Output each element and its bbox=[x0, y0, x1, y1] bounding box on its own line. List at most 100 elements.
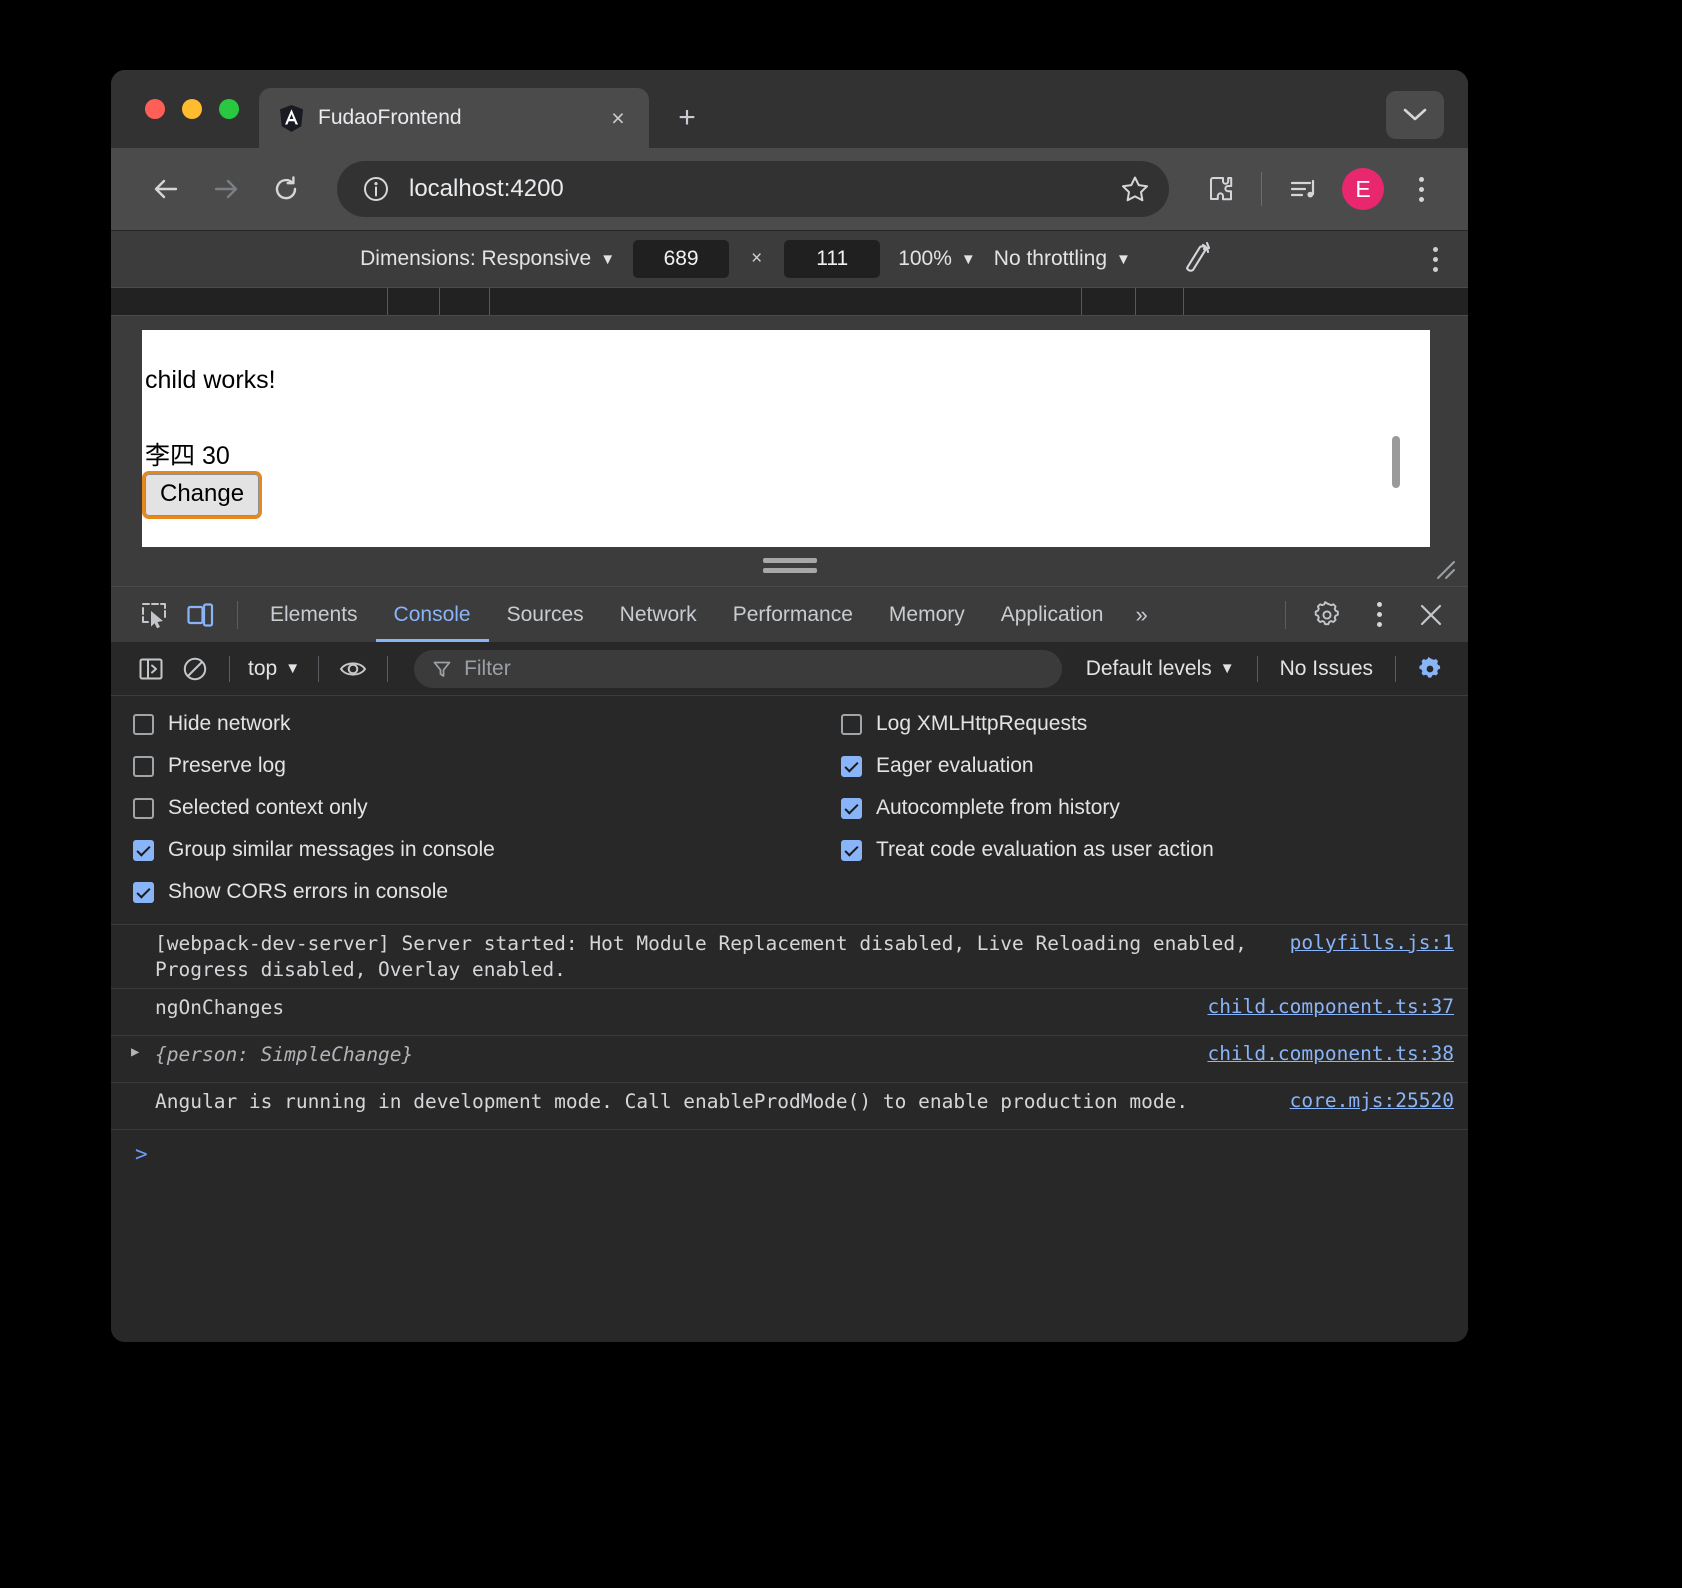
checkbox-checked-icon[interactable] bbox=[133, 839, 154, 861]
back-button[interactable] bbox=[139, 162, 193, 216]
viewport-resize-corner[interactable] bbox=[1430, 554, 1456, 580]
checkbox-checked-icon[interactable] bbox=[841, 797, 862, 819]
tab-console[interactable]: Console bbox=[375, 587, 489, 642]
more-tabs-button[interactable]: » bbox=[1121, 602, 1161, 628]
setting-show-cors-errors[interactable]: Show CORS errors in console bbox=[133, 880, 831, 904]
checkbox-unchecked-icon[interactable] bbox=[133, 713, 154, 735]
dot-2 bbox=[1433, 256, 1438, 262]
tab-memory[interactable]: Memory bbox=[871, 587, 983, 642]
checkbox-checked-icon[interactable] bbox=[841, 755, 862, 777]
live-expressions-button[interactable] bbox=[331, 649, 375, 689]
rendered-page-viewport[interactable]: child works! 李四 30 Change bbox=[142, 330, 1430, 547]
change-button[interactable]: Change bbox=[142, 471, 263, 519]
dot-3 bbox=[1376, 622, 1382, 627]
close-window-button[interactable] bbox=[145, 99, 165, 119]
expand-triangle-icon[interactable]: ▶ bbox=[131, 1045, 139, 1059]
setting-preserve-log[interactable]: Preserve log bbox=[133, 754, 831, 778]
console-message-source-link[interactable]: child.component.ts:37 bbox=[1207, 995, 1454, 1018]
setting-treat-eval-user-action[interactable]: Treat code evaluation as user action bbox=[841, 838, 1468, 862]
rotate-device-button[interactable] bbox=[1173, 236, 1219, 282]
url-text: localhost:4200 bbox=[409, 175, 564, 202]
setting-autocomplete-history[interactable]: Autocomplete from history bbox=[841, 796, 1468, 820]
tab-elements[interactable]: Elements bbox=[252, 587, 376, 642]
page-scrollbar-thumb[interactable] bbox=[1392, 436, 1400, 488]
setting-label: Selected context only bbox=[168, 796, 368, 819]
arrow-left-icon bbox=[151, 174, 181, 204]
console-message-source-link[interactable]: polyfills.js:1 bbox=[1290, 931, 1454, 954]
console-prompt[interactable]: > bbox=[111, 1130, 1468, 1172]
console-filter-input[interactable]: Filter bbox=[414, 649, 1062, 688]
issues-status[interactable]: No Issues bbox=[1270, 657, 1383, 681]
tab-sources[interactable]: Sources bbox=[489, 587, 602, 642]
setting-label: Group similar messages in console bbox=[168, 838, 495, 861]
chrome-menu-button[interactable] bbox=[1396, 162, 1446, 216]
console-sidebar-button[interactable] bbox=[129, 649, 173, 689]
console-message[interactable]: ngOnChanges child.component.ts:37 bbox=[111, 989, 1468, 1037]
console-message-list[interactable]: [webpack-dev-server] Server started: Hot… bbox=[111, 925, 1468, 1342]
inspect-element-button[interactable] bbox=[131, 594, 177, 636]
log-levels-select[interactable]: Default levels ▼ bbox=[1076, 657, 1245, 681]
screen-root: FudaoFrontend × + localhost:4200 E Dimen… bbox=[0, 0, 1682, 1588]
console-message[interactable]: [webpack-dev-server] Server started: Hot… bbox=[111, 925, 1468, 990]
checkbox-checked-icon[interactable] bbox=[841, 839, 862, 861]
site-info-icon[interactable] bbox=[361, 174, 391, 204]
ruler-tick bbox=[387, 288, 388, 315]
tab-application[interactable]: Application bbox=[983, 587, 1122, 642]
toggle-device-toolbar-button[interactable] bbox=[177, 594, 223, 636]
tab-search-button[interactable] bbox=[1386, 91, 1444, 139]
checkbox-checked-icon[interactable] bbox=[133, 881, 154, 903]
setting-eager-evaluation[interactable]: Eager evaluation bbox=[841, 754, 1468, 778]
devtools-tabbar-right bbox=[1271, 588, 1454, 642]
viewport-resize-handle[interactable] bbox=[762, 558, 817, 573]
console-toolbar-divider-2 bbox=[318, 655, 320, 682]
tab-performance[interactable]: Performance bbox=[715, 587, 871, 642]
throttling-select[interactable]: No throttling ▼ bbox=[994, 247, 1131, 271]
address-bar[interactable]: localhost:4200 bbox=[337, 161, 1169, 217]
viewport-width-input[interactable]: 689 bbox=[633, 240, 730, 278]
forward-button[interactable] bbox=[199, 162, 253, 216]
viewport-ruler bbox=[111, 287, 1468, 316]
close-devtools-button[interactable] bbox=[1408, 594, 1454, 636]
toolbar-divider bbox=[1261, 172, 1262, 206]
console-message[interactable]: ▶ {person: SimpleChange} child.component… bbox=[111, 1036, 1468, 1084]
tab-network[interactable]: Network bbox=[602, 587, 715, 642]
browser-window: FudaoFrontend × + localhost:4200 E Dimen… bbox=[111, 70, 1468, 1342]
console-message-source-link[interactable]: child.component.ts:38 bbox=[1207, 1042, 1454, 1065]
devtools-settings-button[interactable] bbox=[1304, 594, 1350, 636]
console-message[interactable]: Angular is running in development mode. … bbox=[111, 1083, 1468, 1131]
setting-hide-network[interactable]: Hide network bbox=[133, 712, 831, 736]
setting-label: Show CORS errors in console bbox=[168, 880, 449, 903]
dot-3 bbox=[1418, 196, 1424, 202]
dimensions-select[interactable]: Dimensions: Responsive ▼ bbox=[360, 247, 615, 271]
reload-button[interactable] bbox=[259, 162, 313, 216]
zoom-select[interactable]: 100% ▼ bbox=[898, 247, 976, 271]
checkbox-unchecked-icon[interactable] bbox=[841, 713, 862, 735]
browser-tab[interactable]: FudaoFrontend × bbox=[259, 88, 649, 148]
console-settings-button[interactable] bbox=[1408, 649, 1452, 689]
console-message-text: ngOnChanges bbox=[155, 996, 285, 1020]
console-message-source-link[interactable]: core.mjs:25520 bbox=[1290, 1089, 1454, 1112]
extensions-button[interactable] bbox=[1193, 162, 1247, 216]
checkbox-unchecked-icon[interactable] bbox=[133, 755, 154, 777]
checkbox-unchecked-icon[interactable] bbox=[133, 797, 154, 819]
viewport-height-input[interactable]: 111 bbox=[784, 240, 881, 278]
chevron-down-icon: ▼ bbox=[285, 660, 301, 677]
bookmark-star-icon[interactable] bbox=[1111, 165, 1159, 213]
execution-context-select[interactable]: top ▼ bbox=[242, 657, 306, 681]
setting-selected-context-only[interactable]: Selected context only bbox=[133, 796, 831, 820]
maximize-window-button[interactable] bbox=[219, 99, 239, 119]
setting-log-xhr[interactable]: Log XMLHttpRequests bbox=[841, 712, 1468, 736]
device-toolbar-more-button[interactable] bbox=[1433, 246, 1438, 272]
dot-3 bbox=[1433, 266, 1438, 272]
profile-avatar[interactable]: E bbox=[1342, 168, 1384, 210]
puzzle-piece-icon bbox=[1205, 174, 1235, 204]
clear-console-button[interactable] bbox=[173, 649, 217, 689]
devtools-more-button[interactable] bbox=[1354, 588, 1404, 642]
browser-toolbar: localhost:4200 E bbox=[111, 148, 1468, 230]
minimize-window-button[interactable] bbox=[182, 99, 202, 119]
setting-group-similar-messages[interactable]: Group similar messages in console bbox=[133, 838, 831, 862]
setting-label: Preserve log bbox=[168, 754, 286, 777]
media-control-button[interactable] bbox=[1276, 162, 1330, 216]
new-tab-button[interactable]: + bbox=[665, 96, 709, 140]
close-icon[interactable]: × bbox=[603, 103, 633, 133]
